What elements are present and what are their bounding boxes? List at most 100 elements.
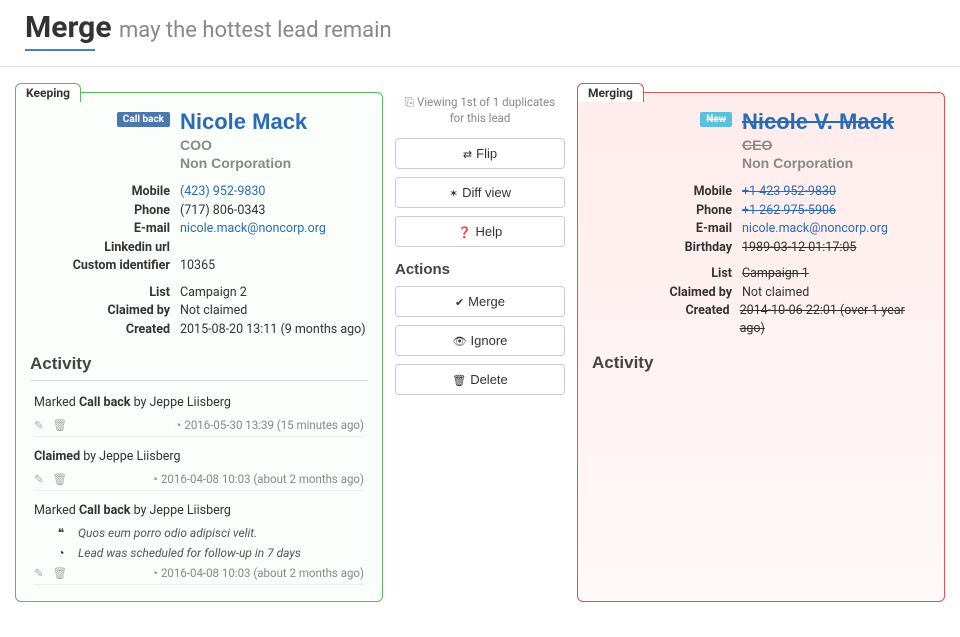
keeping-tab: Keeping	[15, 83, 81, 102]
linkedin-label: Linkedin url	[30, 239, 170, 257]
list-value: Campaign 1	[742, 265, 809, 283]
activity-text: Marked Call back by Jeppe Liisberg	[34, 395, 364, 410]
page-header: Merge may the hottest lead remain	[0, 0, 960, 67]
trash-icon[interactable]: 🗑	[53, 472, 68, 486]
mobile-value[interactable]: (423) 952-9830	[180, 183, 265, 201]
actions-title: Actions	[395, 261, 565, 278]
keep-lead-name[interactable]: Nicole Mack	[180, 109, 307, 135]
sub-text: Lead was scheduled for follow-up in 7 da…	[78, 546, 301, 560]
edit-icon[interactable]: ✎	[34, 566, 44, 580]
field-row: Phone +1 262 975-5906	[592, 202, 930, 220]
merge-button[interactable]: ✔Merge	[395, 286, 565, 317]
center-column: ⎘ Viewing 1st of 1 duplicates for this l…	[395, 92, 565, 602]
keep-activity-title: Activity	[30, 348, 368, 381]
duplicate-counter: ⎘ Viewing 1st of 1 duplicates for this l…	[395, 94, 565, 126]
claimed-value: Not claimed	[742, 284, 809, 302]
merging-panel: Merging New Nicole V. Mack CEO Non Corpo…	[577, 92, 945, 602]
clock-icon: ◔	[175, 418, 185, 432]
keep-badge-col: Call back	[30, 109, 170, 127]
merge-lead-header: New Nicole V. Mack CEO Non Corporation	[592, 109, 930, 171]
keep-lead-company: Non Corporation	[180, 155, 307, 171]
keep-status-badge: Call back	[117, 112, 170, 127]
mobile-label: Mobile	[30, 183, 170, 201]
email-label: E-mail	[592, 220, 732, 238]
check-icon: ✔	[455, 297, 464, 309]
mobile-value[interactable]: +1 423 952-9830	[742, 183, 836, 201]
field-row: E-mail nicole.mack@noncorp.org	[592, 220, 930, 238]
keep-lead-role: COO	[180, 137, 307, 153]
act-pre: Marked	[34, 395, 79, 410]
act-bold: Call back	[79, 503, 131, 518]
field-row: Claimed by Not claimed	[30, 302, 368, 320]
created-label: Created	[592, 302, 730, 337]
title-underline	[25, 49, 95, 51]
activity-text: Claimed by Jeppe Liisberg	[34, 449, 364, 464]
swap-icon: ⇄	[463, 149, 472, 161]
activity-time: ◔ 2016-05-30 13:39 (15 minutes ago)	[175, 418, 364, 432]
help-icon: ❓	[458, 227, 472, 239]
edit-icon[interactable]: ✎	[34, 472, 44, 486]
birthday-label: Birthday	[592, 239, 732, 257]
page-title: Merge may the hottest lead remain	[25, 10, 935, 45]
activity-meta: ✎ 🗑 ◔ 2016-05-30 13:39 (15 minutes ago)	[34, 414, 364, 437]
act-post: by Jeppe Liisberg	[130, 395, 230, 410]
merge-lead-company: Non Corporation	[742, 155, 894, 171]
field-row: Phone (717) 806-0343	[30, 202, 368, 220]
custom-value: 10365	[180, 257, 215, 275]
act-post: by Jeppe Liisberg	[130, 503, 230, 518]
custom-label: Custom identifier	[30, 257, 170, 275]
activity-meta: ✎ 🗑 ◔ 2016-04-08 10:03 (about 2 months a…	[34, 468, 364, 491]
copy-icon: ⎘	[405, 95, 417, 109]
claimed-label: Claimed by	[30, 302, 170, 320]
merge-lead-role: CEO	[742, 137, 894, 153]
help-button[interactable]: ❓Help	[395, 216, 565, 247]
edit-icon[interactable]: ✎	[34, 418, 44, 432]
email-value[interactable]: nicole.mack@noncorp.org	[742, 220, 888, 238]
field-row: Custom identifier 10365	[30, 257, 368, 275]
activity-icons: ✎ 🗑	[34, 566, 73, 580]
keep-activity-list: Marked Call back by Jeppe Liisberg ✎ 🗑 ◔…	[30, 389, 368, 591]
keeping-panel: Keeping Call back Nicole Mack COO Non Co…	[15, 92, 383, 602]
phone-value: (717) 806-0343	[180, 202, 265, 220]
trash-icon[interactable]: 🗑	[53, 566, 68, 580]
clock-icon: ◔	[151, 566, 161, 580]
activity-item: Claimed by Jeppe Liisberg ✎ 🗑 ◔ 2016-04-…	[30, 443, 368, 497]
ignore-button[interactable]: 👁Ignore	[395, 325, 565, 356]
merge-container: Keeping Call back Nicole Mack COO Non Co…	[0, 67, 960, 612]
trash-icon[interactable]: 🗑	[53, 418, 68, 432]
merge-status-badge: New	[700, 112, 732, 127]
claimed-value: Not claimed	[180, 302, 247, 320]
clock-icon: ◔	[151, 472, 161, 486]
page-title-bold: Merge	[25, 10, 112, 45]
field-row: Created 2015-08-20 13:11 (9 months ago)	[30, 321, 368, 339]
activity-meta: ✎ 🗑 ◔ 2016-04-08 10:03 (about 2 months a…	[34, 562, 364, 585]
phone-label: Phone	[30, 202, 170, 220]
mobile-label: Mobile	[592, 183, 732, 201]
list-label: List	[30, 284, 170, 302]
diff-view-button[interactable]: ✶Diff view	[395, 177, 565, 208]
act-bold: Claimed	[34, 449, 80, 464]
phone-value[interactable]: +1 262 975-5906	[742, 202, 836, 220]
email-label: E-mail	[30, 220, 170, 238]
clock-icon: ◔	[54, 546, 68, 560]
keep-fields: Mobile (423) 952-9830 Phone (717) 806-03…	[30, 183, 368, 338]
diff-icon: ✶	[449, 188, 458, 200]
list-value: Campaign 2	[180, 284, 247, 302]
activity-text: Marked Call back by Jeppe Liisberg	[34, 503, 364, 518]
created-value: 2015-08-20 13:11 (9 months ago)	[180, 321, 366, 339]
activity-icons: ✎ 🗑	[34, 472, 73, 486]
merge-badge-col: New	[592, 109, 732, 127]
sub-text: Quos eum porro odio adipisci velit.	[78, 526, 257, 540]
field-row: Mobile (423) 952-9830	[30, 183, 368, 201]
act-bold: Call back	[79, 395, 131, 410]
activity-sub: ◔ Lead was scheduled for follow-up in 7 …	[34, 542, 364, 562]
merge-fields: Mobile +1 423 952-9830 Phone +1 262 975-…	[592, 183, 930, 337]
email-value[interactable]: nicole.mack@noncorp.org	[180, 220, 326, 238]
quote-icon: ❝	[54, 526, 68, 540]
merge-lead-name[interactable]: Nicole V. Mack	[742, 109, 894, 135]
delete-button[interactable]: 🗑Delete	[395, 364, 565, 395]
field-row: Linkedin url	[30, 239, 368, 257]
flip-button[interactable]: ⇄Flip	[395, 138, 565, 169]
field-row: E-mail nicole.mack@noncorp.org	[30, 220, 368, 238]
merge-activity-title: Activity	[592, 347, 930, 379]
